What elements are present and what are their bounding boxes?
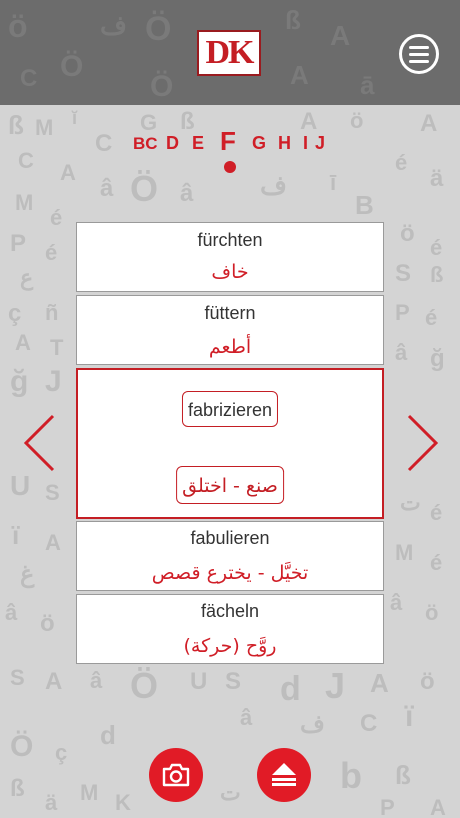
header-bar: ö Ö ف Ö Ö ß A A C ā DK — [0, 0, 460, 105]
arabic-translation: خاف — [211, 261, 249, 283]
letter-tab-i[interactable]: I — [303, 133, 308, 154]
eject-icon — [272, 763, 296, 786]
menu-button[interactable] — [399, 34, 439, 74]
logo-text: DK — [205, 34, 255, 71]
arabic-translation: روَّح (حركة) — [183, 635, 277, 657]
alphabet-selector: BC D E F G H I J — [0, 126, 460, 158]
german-word: fächeln — [200, 601, 260, 621]
letter-tab-d[interactable]: D — [166, 133, 179, 154]
german-word: fürchten — [197, 230, 263, 250]
arabic-translation: أطعم — [208, 336, 252, 358]
german-word: füttern — [204, 303, 256, 323]
arabic-translation-button[interactable]: صنع - اختلق — [176, 466, 284, 504]
previous-button[interactable] — [20, 412, 60, 474]
entry-card[interactable]: füttern أطعم — [76, 295, 384, 365]
chevron-right-icon — [407, 414, 439, 472]
selected-letter-indicator — [224, 161, 236, 173]
hamburger-menu-icon — [409, 45, 429, 49]
german-word: fabulieren — [190, 528, 270, 548]
letter-tab-g[interactable]: G — [252, 133, 266, 154]
next-button[interactable] — [402, 412, 442, 474]
letter-tab-e[interactable]: E — [192, 133, 204, 154]
camera-icon — [162, 763, 190, 787]
letter-tab-f-selected[interactable]: F — [220, 126, 236, 157]
entry-card[interactable]: fächeln روَّح (حركة) — [76, 594, 384, 664]
letter-tab-bc[interactable]: BC — [133, 134, 158, 154]
arabic-translation: تخيَّل - يخترع قصص — [151, 562, 309, 584]
letter-tab-h[interactable]: H — [278, 133, 291, 154]
camera-button[interactable] — [149, 748, 203, 802]
letter-tab-j[interactable]: J — [315, 133, 325, 154]
entry-card[interactable]: fürchten خاف — [76, 222, 384, 292]
selected-entry-card[interactable]: fabrizieren صنع - اختلق — [76, 368, 384, 519]
eject-button[interactable] — [257, 748, 311, 802]
entry-card[interactable]: fabulieren تخيَّل - يخترع قصص — [76, 521, 384, 591]
chevron-left-icon — [23, 414, 55, 472]
german-word-button[interactable]: fabrizieren — [181, 391, 279, 427]
dk-logo: DK — [197, 30, 261, 76]
